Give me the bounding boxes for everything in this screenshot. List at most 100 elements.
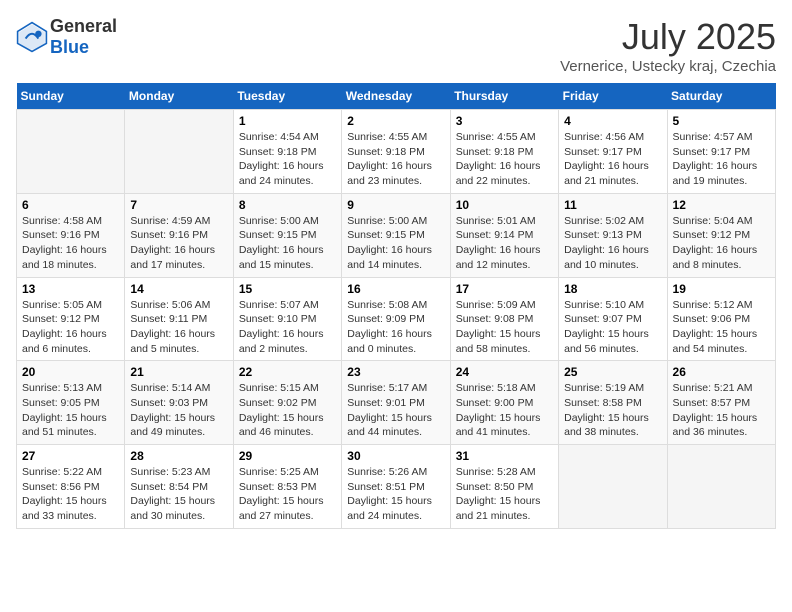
- day-cell: 21 Sunrise: 5:14 AM Sunset: 9:03 PM Dayli…: [125, 361, 233, 445]
- day-cell: 12 Sunrise: 5:04 AM Sunset: 9:12 PM Dayli…: [667, 193, 775, 277]
- day-info: Sunrise: 5:18 AM Sunset: 9:00 PM Dayligh…: [456, 381, 553, 440]
- day-info: Sunrise: 5:10 AM Sunset: 9:07 PM Dayligh…: [564, 298, 661, 357]
- day-info: Sunrise: 5:04 AM Sunset: 9:12 PM Dayligh…: [673, 214, 770, 273]
- col-header-wednesday: Wednesday: [342, 83, 450, 110]
- day-info: Sunrise: 4:54 AM Sunset: 9:18 PM Dayligh…: [239, 130, 336, 189]
- day-info: Sunrise: 5:17 AM Sunset: 9:01 PM Dayligh…: [347, 381, 444, 440]
- col-header-monday: Monday: [125, 83, 233, 110]
- day-number: 21: [130, 365, 227, 379]
- logo-icon: [16, 21, 48, 53]
- week-row-3: 13Sunrise: 5:05 AM Sunset: 9:12 PM Dayli…: [17, 277, 776, 361]
- day-info: Sunrise: 5:00 AM Sunset: 9:15 PM Dayligh…: [347, 214, 444, 273]
- day-info: Sunrise: 5:19 AM Sunset: 8:58 PM Dayligh…: [564, 381, 661, 440]
- day-info: Sunrise: 5:07 AM Sunset: 9:10 PM Dayligh…: [239, 298, 336, 357]
- logo-text: General Blue: [50, 16, 117, 58]
- page-header: General Blue July 2025 Vernerice, Usteck…: [16, 16, 776, 75]
- calendar-table: SundayMondayTuesdayWednesdayThursdayFrid…: [16, 83, 776, 529]
- day-cell: 27Sunrise: 5:22 AM Sunset: 8:56 PM Dayli…: [17, 445, 125, 529]
- day-info: Sunrise: 4:57 AM Sunset: 9:17 PM Dayligh…: [673, 130, 770, 189]
- day-number: 7: [130, 198, 227, 212]
- day-cell: 11 Sunrise: 5:02 AM Sunset: 9:13 PM Dayli…: [559, 193, 667, 277]
- day-number: 3: [456, 114, 553, 128]
- month-title: July 2025: [560, 16, 776, 58]
- col-header-friday: Friday: [559, 83, 667, 110]
- day-number: 11: [564, 198, 661, 212]
- day-number: 30: [347, 449, 444, 463]
- day-number: 18: [564, 282, 661, 296]
- day-info: Sunrise: 4:55 AM Sunset: 9:18 PM Dayligh…: [456, 130, 553, 189]
- day-number: 29: [239, 449, 336, 463]
- day-number: 10: [456, 198, 553, 212]
- day-info: Sunrise: 5:26 AM Sunset: 8:51 PM Dayligh…: [347, 465, 444, 524]
- day-cell: [667, 445, 775, 529]
- day-number: 12: [673, 198, 770, 212]
- day-number: 19: [673, 282, 770, 296]
- day-info: Sunrise: 5:02 AM Sunset: 9:13 PM Dayligh…: [564, 214, 661, 273]
- day-info: Sunrise: 4:55 AM Sunset: 9:18 PM Dayligh…: [347, 130, 444, 189]
- week-row-1: 1 Sunrise: 4:54 AM Sunset: 9:18 PM Daylig…: [17, 110, 776, 194]
- day-cell: [125, 110, 233, 194]
- day-cell: 15 Sunrise: 5:07 AM Sunset: 9:10 PM Dayli…: [233, 277, 341, 361]
- day-number: 23: [347, 365, 444, 379]
- day-info: Sunrise: 5:22 AM Sunset: 8:56 PM Dayligh…: [22, 465, 119, 524]
- day-info: Sunrise: 5:00 AM Sunset: 9:15 PM Dayligh…: [239, 214, 336, 273]
- day-cell: [17, 110, 125, 194]
- day-number: 24: [456, 365, 553, 379]
- day-info: Sunrise: 5:08 AM Sunset: 9:09 PM Dayligh…: [347, 298, 444, 357]
- day-number: 25: [564, 365, 661, 379]
- day-number: 17: [456, 282, 553, 296]
- day-cell: 1 Sunrise: 4:54 AM Sunset: 9:18 PM Daylig…: [233, 110, 341, 194]
- day-cell: 26 Sunrise: 5:21 AM Sunset: 8:57 PM Dayli…: [667, 361, 775, 445]
- col-header-saturday: Saturday: [667, 83, 775, 110]
- day-cell: 31 Sunrise: 5:28 AM Sunset: 8:50 PM Dayli…: [450, 445, 558, 529]
- day-number: 5: [673, 114, 770, 128]
- week-row-5: 27Sunrise: 5:22 AM Sunset: 8:56 PM Dayli…: [17, 445, 776, 529]
- day-cell: 23 Sunrise: 5:17 AM Sunset: 9:01 PM Dayli…: [342, 361, 450, 445]
- day-cell: 22 Sunrise: 5:15 AM Sunset: 9:02 PM Dayli…: [233, 361, 341, 445]
- day-info: Sunrise: 4:56 AM Sunset: 9:17 PM Dayligh…: [564, 130, 661, 189]
- day-info: Sunrise: 5:12 AM Sunset: 9:06 PM Dayligh…: [673, 298, 770, 357]
- day-number: 15: [239, 282, 336, 296]
- day-number: 8: [239, 198, 336, 212]
- day-info: Sunrise: 5:28 AM Sunset: 8:50 PM Dayligh…: [456, 465, 553, 524]
- day-cell: 18 Sunrise: 5:10 AM Sunset: 9:07 PM Dayli…: [559, 277, 667, 361]
- day-info: Sunrise: 5:01 AM Sunset: 9:14 PM Dayligh…: [456, 214, 553, 273]
- title-block: July 2025 Vernerice, Ustecky kraj, Czech…: [560, 16, 776, 75]
- day-cell: 30 Sunrise: 5:26 AM Sunset: 8:51 PM Dayli…: [342, 445, 450, 529]
- day-cell: 10 Sunrise: 5:01 AM Sunset: 9:14 PM Dayli…: [450, 193, 558, 277]
- day-cell: 6Sunrise: 4:58 AM Sunset: 9:16 PM Daylig…: [17, 193, 125, 277]
- day-info: Sunrise: 5:21 AM Sunset: 8:57 PM Dayligh…: [673, 381, 770, 440]
- day-info: Sunrise: 5:15 AM Sunset: 9:02 PM Dayligh…: [239, 381, 336, 440]
- day-number: 2: [347, 114, 444, 128]
- day-cell: 25 Sunrise: 5:19 AM Sunset: 8:58 PM Dayli…: [559, 361, 667, 445]
- col-header-tuesday: Tuesday: [233, 83, 341, 110]
- day-info: Sunrise: 5:13 AM Sunset: 9:05 PM Dayligh…: [22, 381, 119, 440]
- day-number: 4: [564, 114, 661, 128]
- day-info: Sunrise: 5:06 AM Sunset: 9:11 PM Dayligh…: [130, 298, 227, 357]
- day-number: 1: [239, 114, 336, 128]
- day-cell: 14 Sunrise: 5:06 AM Sunset: 9:11 PM Dayli…: [125, 277, 233, 361]
- day-info: Sunrise: 4:59 AM Sunset: 9:16 PM Dayligh…: [130, 214, 227, 273]
- day-cell: 16 Sunrise: 5:08 AM Sunset: 9:09 PM Dayli…: [342, 277, 450, 361]
- day-cell: 5 Sunrise: 4:57 AM Sunset: 9:17 PM Daylig…: [667, 110, 775, 194]
- day-cell: 2 Sunrise: 4:55 AM Sunset: 9:18 PM Daylig…: [342, 110, 450, 194]
- day-number: 14: [130, 282, 227, 296]
- day-cell: 20Sunrise: 5:13 AM Sunset: 9:05 PM Dayli…: [17, 361, 125, 445]
- week-row-4: 20Sunrise: 5:13 AM Sunset: 9:05 PM Dayli…: [17, 361, 776, 445]
- day-number: 22: [239, 365, 336, 379]
- day-info: Sunrise: 5:14 AM Sunset: 9:03 PM Dayligh…: [130, 381, 227, 440]
- day-cell: 19 Sunrise: 5:12 AM Sunset: 9:06 PM Dayli…: [667, 277, 775, 361]
- day-cell: 3 Sunrise: 4:55 AM Sunset: 9:18 PM Daylig…: [450, 110, 558, 194]
- day-cell: 4 Sunrise: 4:56 AM Sunset: 9:17 PM Daylig…: [559, 110, 667, 194]
- day-cell: 29 Sunrise: 5:25 AM Sunset: 8:53 PM Dayli…: [233, 445, 341, 529]
- header-row: SundayMondayTuesdayWednesdayThursdayFrid…: [17, 83, 776, 110]
- day-number: 31: [456, 449, 553, 463]
- day-cell: 17 Sunrise: 5:09 AM Sunset: 9:08 PM Dayli…: [450, 277, 558, 361]
- day-info: Sunrise: 5:09 AM Sunset: 9:08 PM Dayligh…: [456, 298, 553, 357]
- day-number: 26: [673, 365, 770, 379]
- day-cell: 28Sunrise: 5:23 AM Sunset: 8:54 PM Dayli…: [125, 445, 233, 529]
- day-info: Sunrise: 5:23 AM Sunset: 8:54 PM Dayligh…: [130, 465, 227, 524]
- day-number: 16: [347, 282, 444, 296]
- day-info: Sunrise: 5:25 AM Sunset: 8:53 PM Dayligh…: [239, 465, 336, 524]
- day-cell: 7 Sunrise: 4:59 AM Sunset: 9:16 PM Daylig…: [125, 193, 233, 277]
